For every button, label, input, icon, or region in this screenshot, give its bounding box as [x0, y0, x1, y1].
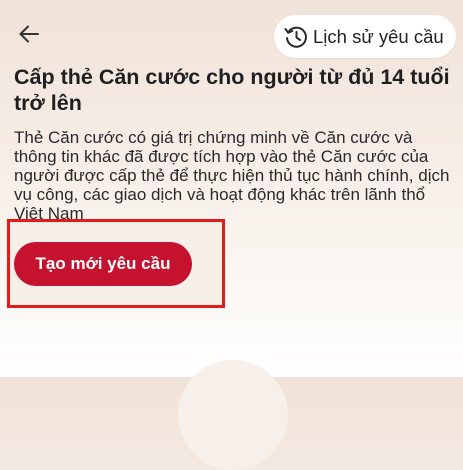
clock-history-icon [283, 24, 309, 50]
arrow-left-icon [19, 25, 39, 48]
back-button[interactable] [14, 22, 44, 50]
page-title: Cấp thẻ Căn cước cho người từ đủ 14 tuổi… [14, 65, 450, 115]
page-description: Thẻ Căn cước có giá trị chứng minh về Că… [14, 128, 450, 223]
history-button[interactable]: Lịch sử yêu cầu [274, 15, 456, 58]
history-button-label: Lịch sử yêu cầu [313, 25, 444, 47]
create-request-button[interactable]: Tạo mới yêu cầu [14, 242, 192, 286]
